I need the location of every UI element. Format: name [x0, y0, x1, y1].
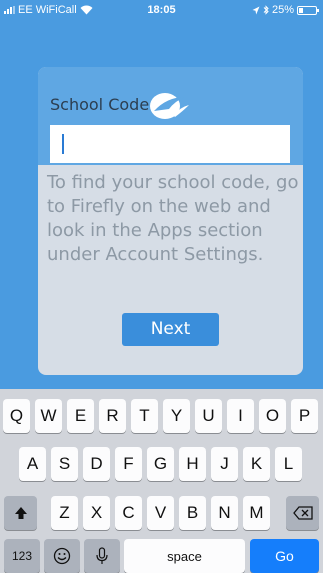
- key-w[interactable]: W: [35, 399, 62, 433]
- key-i[interactable]: I: [227, 399, 254, 433]
- key-s[interactable]: S: [51, 447, 78, 481]
- numbers-key[interactable]: 123: [4, 539, 40, 573]
- key-j[interactable]: J: [211, 447, 238, 481]
- keyboard: QWERTYUIOP ASDFGHJKL ZXCVBNM 123 space G…: [0, 389, 323, 573]
- shift-key[interactable]: [4, 496, 37, 530]
- bluetooth-icon: [263, 5, 269, 15]
- key-g[interactable]: G: [147, 447, 174, 481]
- key-y[interactable]: Y: [163, 399, 190, 433]
- key-h[interactable]: H: [179, 447, 206, 481]
- help-text: To find your school code, go to Firefly …: [47, 172, 299, 265]
- firefly-logo-icon: [150, 93, 189, 119]
- text-caret: [62, 134, 64, 154]
- backspace-icon: [292, 506, 313, 520]
- emoji-icon: [53, 547, 71, 565]
- key-b[interactable]: B: [179, 496, 206, 530]
- school-code-input[interactable]: [50, 125, 290, 163]
- key-p[interactable]: P: [291, 399, 318, 433]
- next-button[interactable]: Next: [122, 313, 219, 346]
- key-x[interactable]: X: [83, 496, 110, 530]
- key-n[interactable]: N: [211, 496, 238, 530]
- location-arrow-icon: [252, 6, 260, 14]
- key-t[interactable]: T: [131, 399, 158, 433]
- key-q[interactable]: Q: [3, 399, 30, 433]
- dictation-key[interactable]: [84, 539, 120, 573]
- key-f[interactable]: F: [115, 447, 142, 481]
- go-key[interactable]: Go: [250, 539, 319, 573]
- key-d[interactable]: D: [83, 447, 110, 481]
- emoji-key[interactable]: [44, 539, 80, 573]
- key-o[interactable]: O: [259, 399, 286, 433]
- key-k[interactable]: K: [243, 447, 270, 481]
- status-right: 25%: [252, 4, 319, 16]
- key-l[interactable]: L: [275, 447, 302, 481]
- key-z[interactable]: Z: [51, 496, 78, 530]
- key-v[interactable]: V: [147, 496, 174, 530]
- microphone-icon: [96, 547, 108, 564]
- space-key[interactable]: space: [124, 539, 245, 573]
- key-r[interactable]: R: [99, 399, 126, 433]
- key-a[interactable]: A: [19, 447, 46, 481]
- key-u[interactable]: U: [195, 399, 222, 433]
- key-m[interactable]: M: [243, 496, 270, 530]
- card-title: School Code: [50, 95, 150, 114]
- battery-fill: [299, 7, 303, 13]
- school-code-card: School Code To find your school code, go…: [38, 67, 303, 375]
- status-bar: EE WiFiCall 18:05 25%: [0, 0, 323, 20]
- battery-icon: [297, 5, 319, 15]
- battery-percent: 25%: [271, 4, 294, 16]
- backspace-key[interactable]: [286, 496, 319, 530]
- key-c[interactable]: C: [115, 496, 142, 530]
- shift-arrow-icon: [14, 507, 27, 519]
- key-e[interactable]: E: [67, 399, 94, 433]
